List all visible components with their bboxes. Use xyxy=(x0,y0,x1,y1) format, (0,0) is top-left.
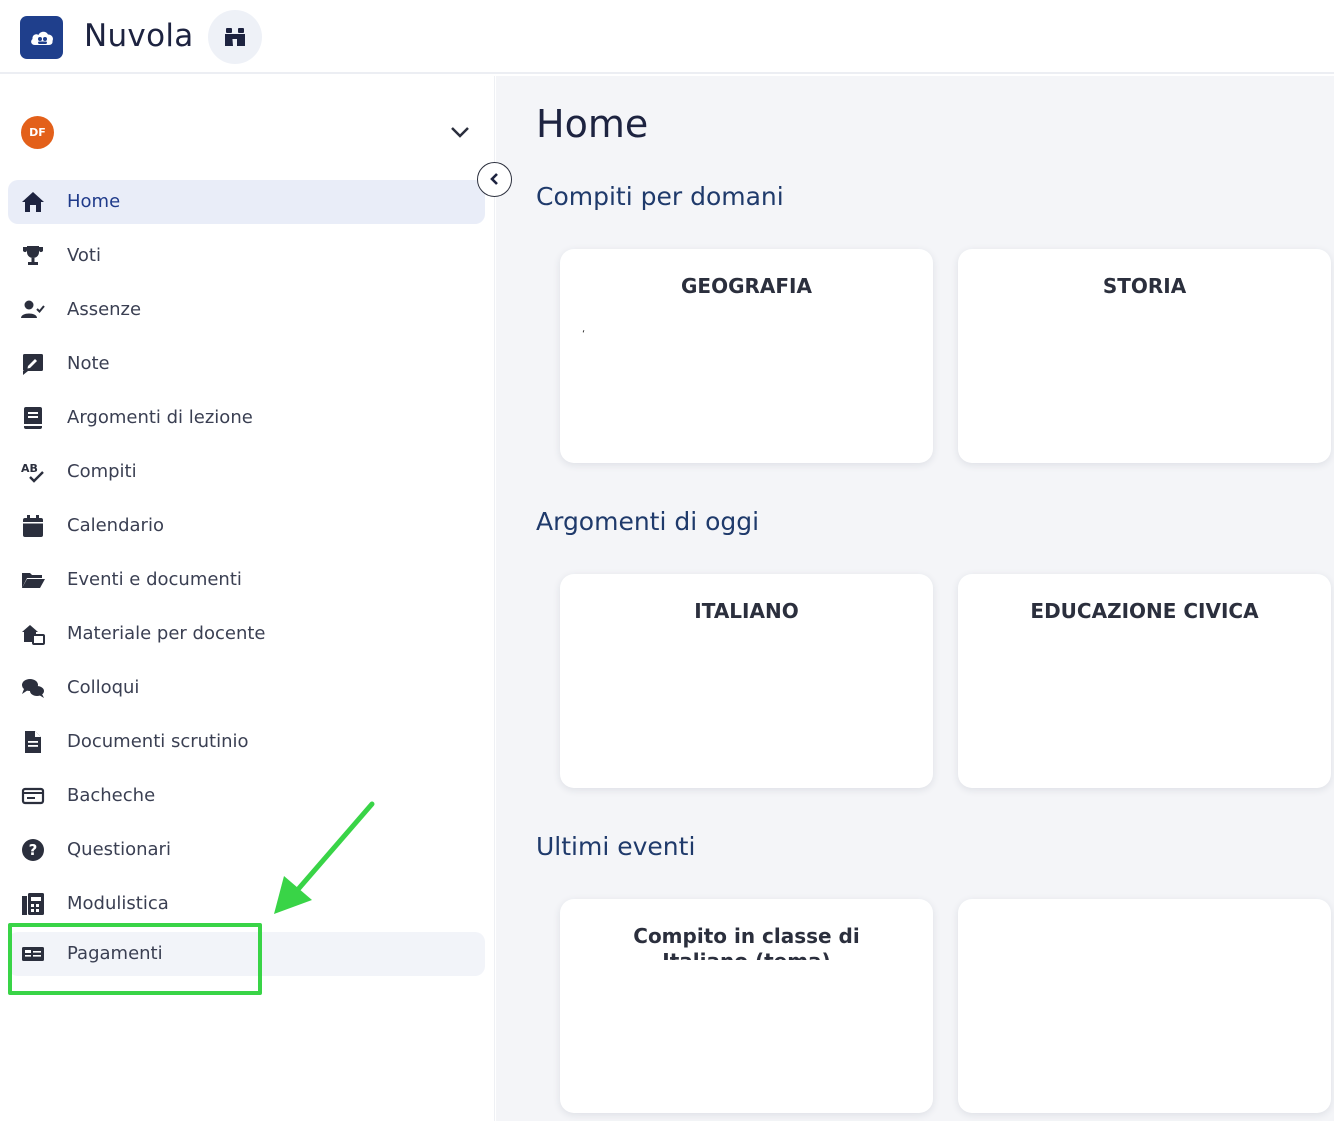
app-title: Nuvola xyxy=(84,18,194,54)
sidebar-item-label: Colloqui xyxy=(67,677,140,698)
sidebar-item-label: Assenze xyxy=(67,299,142,320)
arrow-icon xyxy=(274,801,375,914)
sidebar-item-label: Materiale per docente xyxy=(67,623,266,644)
sidebar-item-materiale[interactable]: Materiale per docente xyxy=(8,612,485,656)
sidebar-item-bacheche[interactable]: Bacheche xyxy=(8,774,485,818)
binoculars-icon[interactable] xyxy=(208,10,262,64)
sidebar-item-label: Modulistica xyxy=(67,893,169,914)
topic-card[interactable]: ITALIANO xyxy=(560,574,933,788)
avatar[interactable]: DF xyxy=(21,116,54,149)
material-icon xyxy=(20,622,46,646)
card-title: ITALIANO xyxy=(694,599,799,623)
home-icon xyxy=(20,190,46,214)
spellcheck-icon: AB xyxy=(20,460,46,484)
sidebar-item-label: Bacheche xyxy=(67,785,156,806)
sidebar-item-label: Questionari xyxy=(67,839,171,860)
main-content: Home Compiti per domani GEOGRAFIA ‘ STOR… xyxy=(496,76,1334,1121)
card-title: STORIA xyxy=(1102,274,1187,298)
sidebar-item-note[interactable]: Note xyxy=(8,342,485,386)
homework-card[interactable]: STORIA xyxy=(958,249,1331,463)
sidebar-item-calendario[interactable]: Calendario xyxy=(8,504,485,548)
homework-card[interactable]: GEOGRAFIA ‘ xyxy=(560,249,933,463)
book-icon xyxy=(20,406,46,430)
sidebar-item-colloqui[interactable]: Colloqui xyxy=(8,666,485,710)
svg-text:?: ? xyxy=(29,841,38,859)
sidebar-item-eventi[interactable]: Eventi e documenti xyxy=(8,558,485,602)
section-title: Ultimi eventi xyxy=(536,832,696,861)
board-icon xyxy=(20,784,46,808)
sidebar-item-label: Note xyxy=(67,353,110,374)
sidebar-item-questionari[interactable]: ? Questionari xyxy=(8,828,485,872)
sidebar-item-label: Home xyxy=(67,191,121,212)
topic-card[interactable]: EDUCAZIONE CIVICA xyxy=(958,574,1331,788)
sidebar-item-argomenti[interactable]: Argomenti di lezione xyxy=(8,396,485,440)
chat-icon xyxy=(20,676,46,700)
card-title: EDUCAZIONE CIVICA xyxy=(1030,599,1259,623)
sidebar-item-voti[interactable]: Voti xyxy=(8,234,485,278)
page-title: Home xyxy=(536,102,649,146)
sidebar-item-label: Documenti scrutinio xyxy=(67,731,249,752)
collapse-sidebar-button[interactable] xyxy=(477,162,512,197)
question-icon: ? xyxy=(20,838,46,862)
calendar-icon xyxy=(20,514,46,538)
sidebar-item-label: Eventi e documenti xyxy=(67,569,242,590)
trophy-icon xyxy=(20,244,46,268)
card-mark: ‘ xyxy=(582,329,586,340)
sidebar-item-label: Calendario xyxy=(67,515,164,536)
cloud-logo-icon[interactable] xyxy=(20,16,63,59)
chevron-left-icon xyxy=(490,173,498,185)
sidebar-item-label: Compiti xyxy=(67,461,137,482)
sidebar-item-home[interactable]: Home xyxy=(8,180,485,224)
folder-icon xyxy=(20,568,46,592)
note-icon xyxy=(20,352,46,376)
sidebar-item-label: Voti xyxy=(67,245,101,266)
sidebar-item-documenti-scrutinio[interactable]: Documenti scrutinio xyxy=(8,720,485,764)
sidebar-item-modulistica[interactable]: Modulistica xyxy=(8,882,485,926)
card-title: Compito in classe di Italiano (tema) xyxy=(633,924,860,960)
svg-text:AB: AB xyxy=(21,462,38,475)
chevron-down-icon[interactable] xyxy=(448,122,472,146)
section-title: Argomenti di oggi xyxy=(536,507,760,536)
sidebar-item-compiti[interactable]: AB Compiti xyxy=(8,450,485,494)
document-icon xyxy=(20,730,46,754)
event-card[interactable]: Compito in classe di Italiano (tema) xyxy=(560,899,933,1113)
top-bar: Nuvola xyxy=(0,0,1334,74)
highlight-box xyxy=(8,923,262,995)
sidebar-item-assenze[interactable]: Assenze xyxy=(8,288,485,332)
user-check-icon xyxy=(20,298,46,322)
card-title: GEOGRAFIA xyxy=(681,274,812,298)
section-title: Compiti per domani xyxy=(536,182,784,211)
event-card[interactable] xyxy=(958,899,1331,1113)
form-icon xyxy=(20,892,46,916)
sidebar-item-label: Argomenti di lezione xyxy=(67,407,253,428)
